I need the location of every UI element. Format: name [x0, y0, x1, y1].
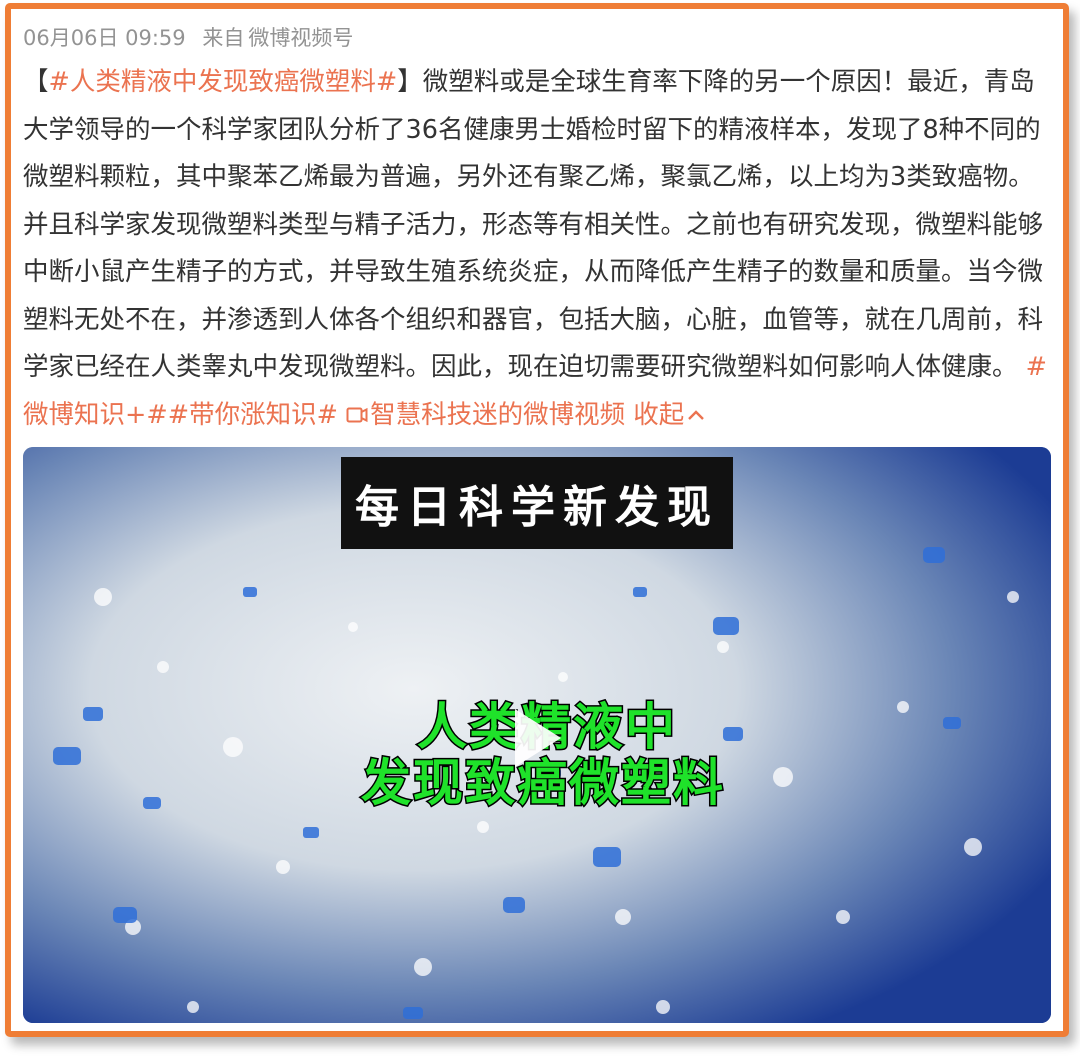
- chevron-up-icon: [688, 409, 705, 420]
- bracket-open: 【: [23, 67, 49, 97]
- video-player[interactable]: 每日科学新发现 人类精液中 发现致癌微塑料: [23, 447, 1051, 1023]
- post-source[interactable]: 微博视频号: [248, 26, 353, 50]
- source-prefix: 来自: [202, 26, 245, 50]
- post-body: 【#人类精液中发现致癌微塑料#】微塑料或是全球生育率下降的另一个原因！最近，青岛…: [23, 59, 1055, 439]
- collapse-button[interactable]: 收起: [633, 400, 706, 430]
- post-date[interactable]: 06月06日 09:59: [23, 26, 186, 50]
- video-source-link[interactable]: 智慧科技迷的微博视频: [346, 400, 625, 430]
- video-source-label: 智慧科技迷的微博视频: [370, 399, 626, 430]
- post-meta: 06月06日 09:59 来自 微博视频号: [23, 23, 363, 53]
- bracket-close: 】: [397, 67, 423, 97]
- play-icon[interactable]: [507, 703, 567, 773]
- topic-link-learn-more[interactable]: #带你涨知识#: [168, 400, 338, 430]
- video-title: 每日科学新发现: [355, 482, 719, 533]
- video-title-banner: 每日科学新发现: [341, 457, 733, 549]
- collapse-label: 收起: [633, 399, 685, 430]
- video-link-icon: [346, 407, 368, 422]
- post-body-text: 微塑料或是全球生育率下降的另一个原因！最近，青岛大学领导的一个科学家团队分析了3…: [23, 67, 1044, 382]
- headline-topic-link[interactable]: #人类精液中发现致癌微塑料#: [49, 67, 398, 97]
- weibo-post-card: 06月06日 09:59 来自 微博视频号 【#人类精液中发现致癌微塑料#】微塑料…: [5, 3, 1069, 1037]
